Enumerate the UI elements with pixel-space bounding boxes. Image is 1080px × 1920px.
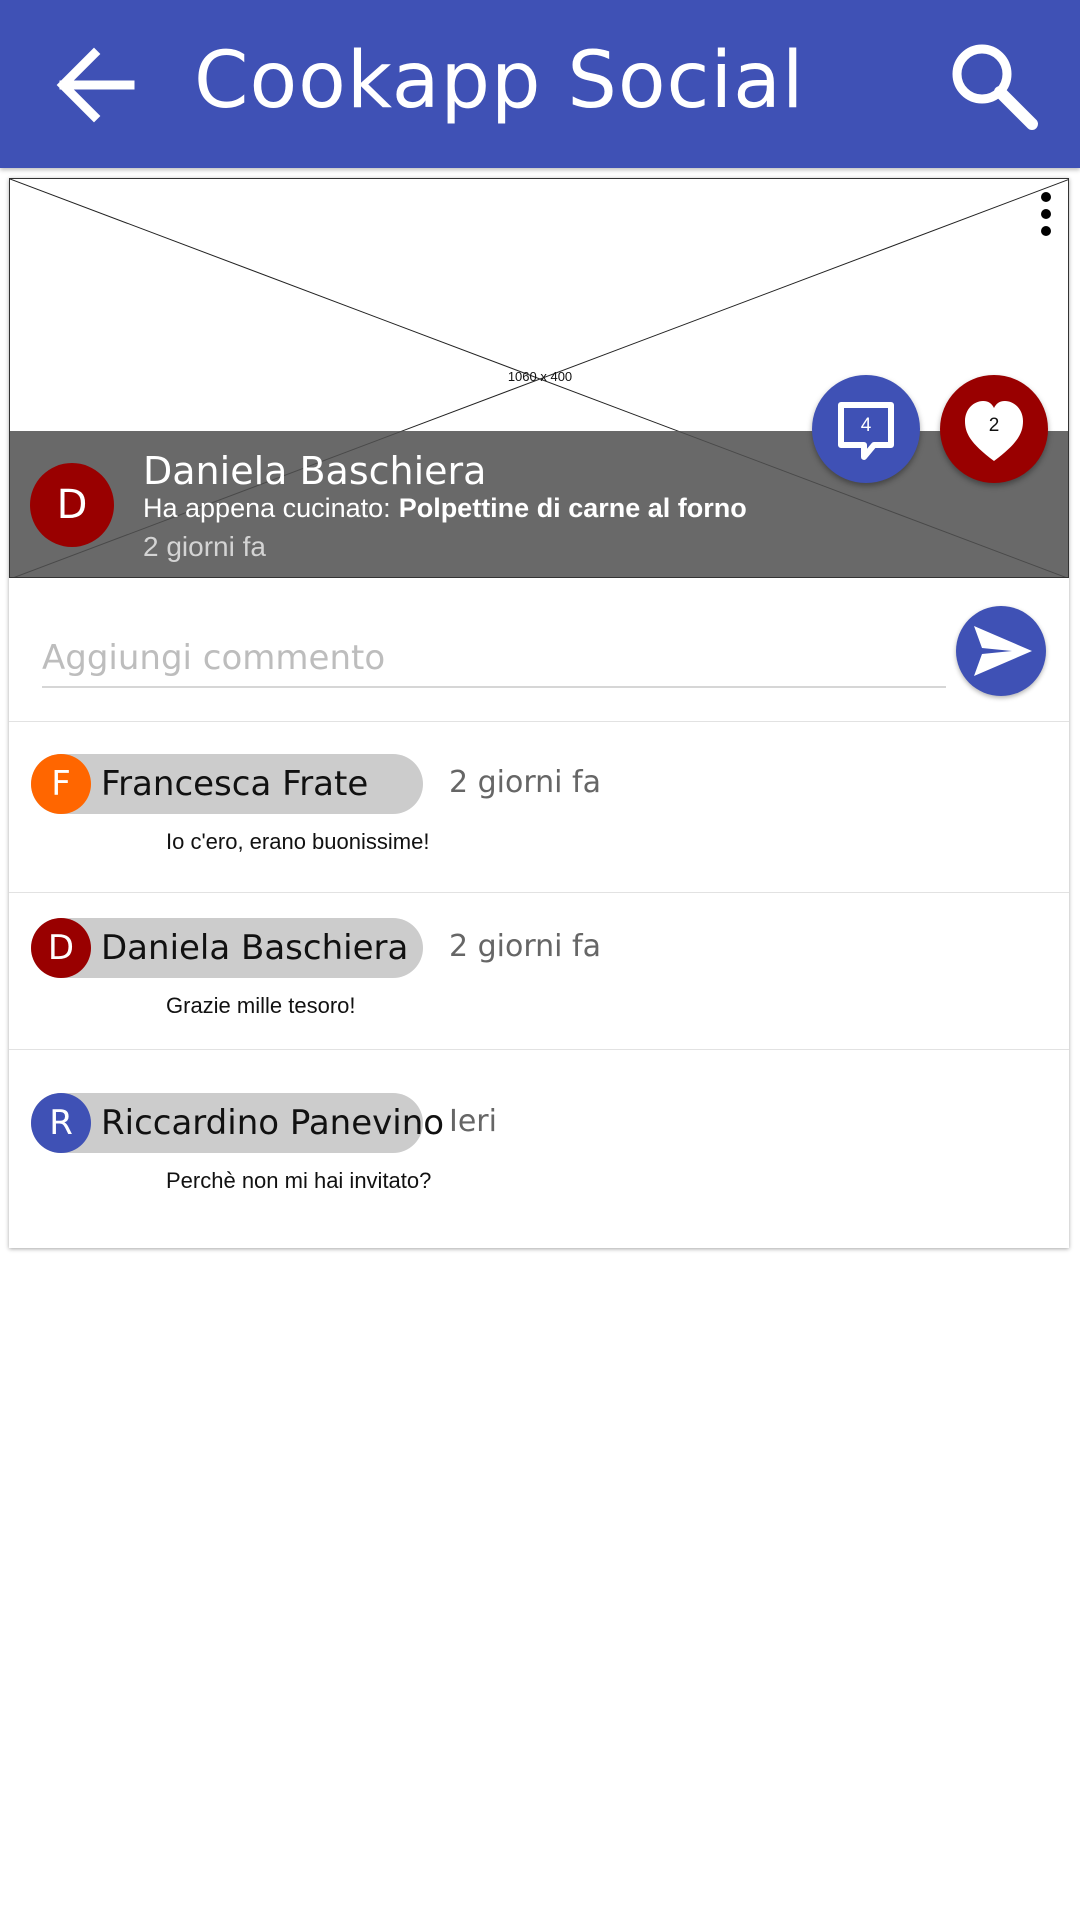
commenter-name: Daniela Baschiera bbox=[101, 928, 409, 968]
send-icon bbox=[974, 626, 1032, 676]
commenter-avatar: R bbox=[31, 1093, 91, 1153]
search-icon[interactable] bbox=[946, 38, 1042, 134]
comment-item: D Daniela Baschiera 2 giorni fa Grazie m… bbox=[9, 893, 1069, 1050]
comment-text: Perchè non mi hai invitato? bbox=[166, 1168, 432, 1193]
author-name[interactable]: Daniela Baschiera bbox=[143, 449, 486, 493]
app-title: Cookapp Social bbox=[194, 36, 805, 126]
send-button[interactable] bbox=[956, 606, 1046, 696]
commenter-name: Francesca Frate bbox=[101, 764, 369, 804]
post-activity: Ha appena cucinato: Polpettine di carne a… bbox=[143, 493, 747, 524]
post-card: 1060 x 400 D Daniela Baschiera Ha appena… bbox=[9, 178, 1069, 1248]
comment-time: 2 giorni fa bbox=[449, 765, 601, 800]
commenter-chip[interactable]: F Francesca Frate bbox=[31, 754, 423, 814]
post-image: 1060 x 400 D Daniela Baschiera Ha appena… bbox=[9, 178, 1069, 578]
comment-composer bbox=[9, 578, 1069, 722]
recipe-name[interactable]: Polpettine di carne al forno bbox=[399, 493, 747, 523]
comments-count: 4 bbox=[860, 415, 872, 436]
more-vert-icon[interactable] bbox=[1036, 189, 1056, 239]
comments-button[interactable]: 4 bbox=[812, 375, 920, 483]
app-bar: Cookapp Social bbox=[0, 0, 1080, 168]
commenter-name: Riccardino Panevino bbox=[101, 1103, 445, 1143]
likes-count: 2 bbox=[988, 415, 1000, 436]
comment-input[interactable] bbox=[42, 630, 946, 688]
author-avatar[interactable]: D bbox=[30, 463, 114, 547]
post-time: 2 giorni fa bbox=[143, 531, 266, 562]
comment-text: Io c'ero, erano buonissime! bbox=[166, 829, 430, 854]
commenter-chip[interactable]: D Daniela Baschiera bbox=[31, 918, 423, 978]
commenter-chip[interactable]: R Riccardino Panevino bbox=[31, 1093, 444, 1153]
comment-text: Grazie mille tesoro! bbox=[166, 993, 356, 1018]
like-button[interactable]: 2 bbox=[940, 375, 1048, 483]
comment-item: F Francesca Frate 2 giorni fa Io c'ero, … bbox=[9, 722, 1069, 893]
comment-time: Ieri bbox=[449, 1104, 497, 1139]
comment-time: 2 giorni fa bbox=[449, 929, 601, 964]
arrow-back-icon[interactable] bbox=[50, 40, 140, 130]
commenter-avatar: D bbox=[31, 918, 91, 978]
activity-label: Ha appena cucinato: bbox=[143, 493, 391, 523]
comment-item: R Riccardino Panevino Ieri Perchè non mi… bbox=[9, 1050, 1069, 1248]
commenter-avatar: F bbox=[31, 754, 91, 814]
